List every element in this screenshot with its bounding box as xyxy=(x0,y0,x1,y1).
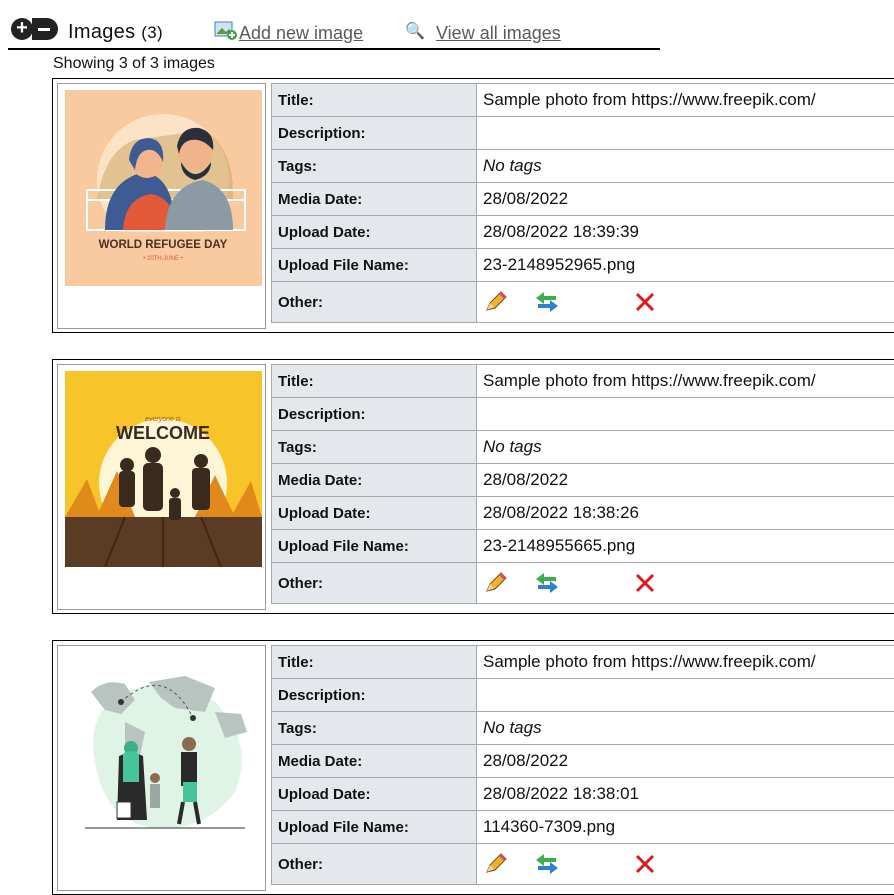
image-details-table: Title: Sample photo from https://www.fre… xyxy=(271,83,894,323)
upload-date-value: 28/08/2022 18:38:26 xyxy=(477,497,894,530)
images-section-header: + Images (3) Add new image 🔍 View all im… xyxy=(8,8,660,50)
upload-date-value: 28/08/2022 18:39:39 xyxy=(477,216,894,249)
swap-arrows-icon[interactable] xyxy=(534,852,560,876)
swap-arrows-icon[interactable] xyxy=(534,571,560,595)
tags-text: No tags xyxy=(483,156,542,175)
tags-label: Tags: xyxy=(272,712,477,745)
thumbnail-text: WORLD REFUGEE DAY xyxy=(99,239,228,251)
image-card: WORLD REFUGEE DAY • 20TH JUNE • Title: S… xyxy=(52,78,894,333)
title-label: Title: xyxy=(272,365,477,398)
delete-x-icon[interactable] xyxy=(634,853,656,875)
view-all-images-link[interactable]: View all images xyxy=(436,23,561,44)
title-label: Title: xyxy=(272,646,477,679)
media-date-label: Media Date: xyxy=(272,183,477,216)
upload-file-name-value: 23-2148952965.png xyxy=(477,249,894,282)
pencil-icon[interactable] xyxy=(483,290,509,314)
section-title-text: Images xyxy=(68,21,135,43)
media-date-value: 28/08/2022 xyxy=(477,183,894,216)
upload-file-name-label: Upload File Name: xyxy=(272,249,477,282)
description-value xyxy=(477,398,894,431)
collapse-icon[interactable] xyxy=(32,18,58,40)
thumbnail-subtext: everyone is xyxy=(145,416,181,423)
thumbnail-image[interactable]: WORLD REFUGEE DAY • 20TH JUNE • xyxy=(65,90,262,286)
tags-value: No tags xyxy=(477,150,894,183)
tags-value: No tags xyxy=(477,431,894,464)
description-label: Description: xyxy=(272,398,477,431)
description-value xyxy=(477,679,894,712)
other-label: Other: xyxy=(272,563,477,604)
upload-date-label: Upload Date: xyxy=(272,497,477,530)
tags-value: No tags xyxy=(477,712,894,745)
pencil-icon[interactable] xyxy=(483,852,509,876)
description-label: Description: xyxy=(272,117,477,150)
showing-count-text: Showing 3 of 3 images xyxy=(53,55,215,73)
media-date-value: 28/08/2022 xyxy=(477,464,894,497)
image-count: (3) xyxy=(141,23,163,42)
upload-file-name-label: Upload File Name: xyxy=(272,811,477,844)
thumbnail-frame: WORLD REFUGEE DAY • 20TH JUNE • xyxy=(57,83,266,329)
upload-date-label: Upload Date: xyxy=(272,778,477,811)
title-value: Sample photo from https://www.freepik.co… xyxy=(477,646,894,679)
description-label: Description: xyxy=(272,679,477,712)
image-details-table: Title: Sample photo from https://www.fre… xyxy=(271,645,894,885)
actions-cell xyxy=(477,844,894,885)
upload-file-name-value: 23-2148955665.png xyxy=(477,530,894,563)
actions-cell xyxy=(477,282,894,323)
delete-x-icon[interactable] xyxy=(634,572,656,594)
magnifier-icon[interactable]: 🔍 xyxy=(405,21,425,41)
upload-date-label: Upload Date: xyxy=(272,216,477,249)
delete-x-icon[interactable] xyxy=(634,291,656,313)
tags-label: Tags: xyxy=(272,150,477,183)
title-label: Title: xyxy=(272,84,477,117)
title-value: Sample photo from https://www.freepik.co… xyxy=(477,84,894,117)
upload-date-value: 28/08/2022 18:38:01 xyxy=(477,778,894,811)
expand-icon[interactable]: + xyxy=(11,18,33,40)
actions-cell xyxy=(477,563,894,604)
media-date-label: Media Date: xyxy=(272,745,477,778)
thumbnail-image[interactable] xyxy=(65,652,262,848)
media-date-value: 28/08/2022 xyxy=(477,745,894,778)
tags-text: No tags xyxy=(483,718,542,737)
thumbnail-text: WELCOME xyxy=(116,423,210,443)
upload-file-name-value: 114360-7309.png xyxy=(477,811,894,844)
tags-text: No tags xyxy=(483,437,542,456)
tags-label: Tags: xyxy=(272,431,477,464)
image-card: everyone is WELCOME Title: Sample photo … xyxy=(52,359,894,614)
image-details-table: Title: Sample photo from https://www.fre… xyxy=(271,364,894,604)
add-new-image-link[interactable]: Add new image xyxy=(239,23,363,44)
swap-arrows-icon[interactable] xyxy=(534,290,560,314)
upload-file-name-label: Upload File Name: xyxy=(272,530,477,563)
pencil-icon[interactable] xyxy=(483,571,509,595)
title-value: Sample photo from https://www.freepik.co… xyxy=(477,365,894,398)
thumbnail-image[interactable]: everyone is WELCOME xyxy=(65,371,262,567)
section-title: Images (3) xyxy=(68,21,163,44)
description-value xyxy=(477,117,894,150)
other-label: Other: xyxy=(272,282,477,323)
thumbnail-frame xyxy=(57,645,266,891)
thumbnail-frame: everyone is WELCOME xyxy=(57,364,266,610)
media-date-label: Media Date: xyxy=(272,464,477,497)
add-image-icon[interactable] xyxy=(214,20,238,42)
image-card: Title: Sample photo from https://www.fre… xyxy=(52,640,894,895)
thumbnail-subtext: • 20TH JUNE • xyxy=(143,256,183,262)
other-label: Other: xyxy=(272,844,477,885)
